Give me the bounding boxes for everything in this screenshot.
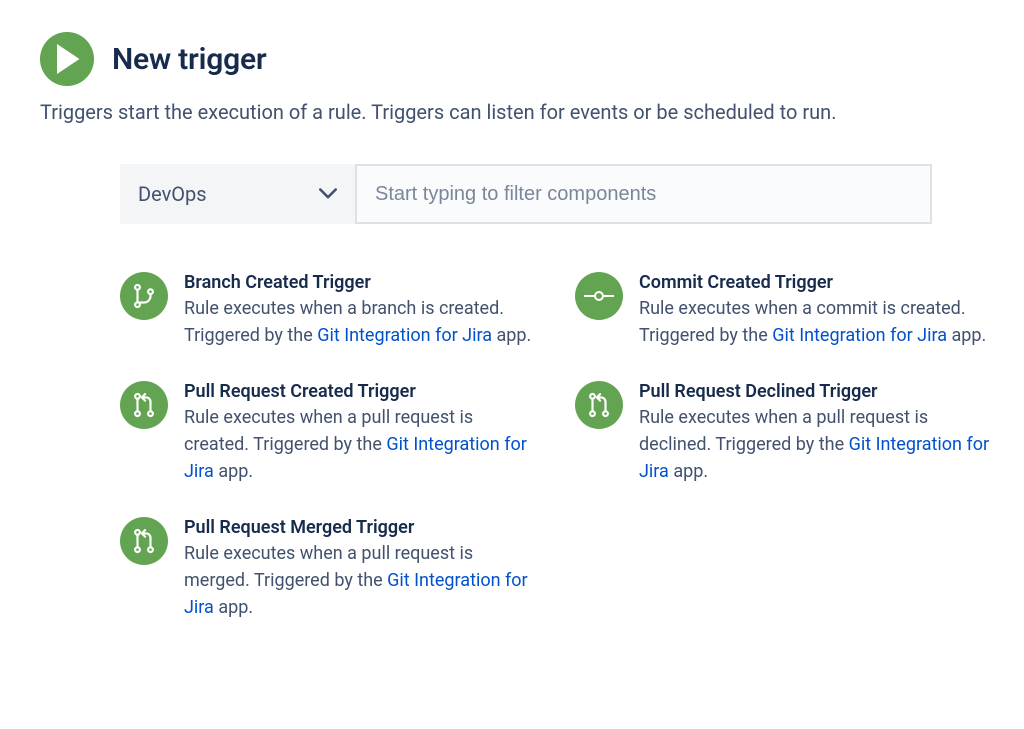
trigger-desc-text: app. [669, 461, 708, 482]
trigger-description: Rule executes when a pull request is dec… [639, 404, 990, 485]
trigger-title: Pull Request Declined Trigger [639, 381, 990, 402]
pull-icon [120, 381, 168, 429]
commit-icon [575, 272, 623, 320]
trigger-title: Commit Created Trigger [639, 272, 990, 293]
page-header: New trigger [40, 32, 984, 86]
trigger-content: Commit Created TriggerRule executes when… [639, 272, 990, 349]
page-description: Triggers start the execution of a rule. … [40, 100, 984, 124]
branch-icon [120, 272, 168, 320]
trigger-item[interactable]: Pull Request Created TriggerRule execute… [120, 381, 535, 485]
trigger-content: Pull Request Created TriggerRule execute… [184, 381, 535, 485]
trigger-description: Rule executes when a pull request is cre… [184, 404, 535, 485]
page-title: New trigger [112, 42, 267, 77]
trigger-content: Pull Request Merged TriggerRule executes… [184, 517, 535, 621]
trigger-grid: Branch Created TriggerRule executes when… [120, 272, 990, 621]
trigger-item[interactable]: Pull Request Declined TriggerRule execut… [575, 381, 990, 485]
trigger-description: Rule executes when a commit is created. … [639, 295, 990, 349]
trigger-content: Pull Request Declined TriggerRule execut… [639, 381, 990, 485]
trigger-title: Branch Created Trigger [184, 272, 535, 293]
trigger-desc-text: app. [947, 325, 986, 346]
filter-input[interactable] [355, 164, 932, 224]
trigger-desc-text: app. [492, 325, 531, 346]
trigger-description: Rule executes when a pull request is mer… [184, 540, 535, 621]
trigger-title: Pull Request Created Trigger [184, 381, 535, 402]
pull-icon [575, 381, 623, 429]
pull-icon [120, 517, 168, 565]
trigger-item[interactable]: Branch Created TriggerRule executes when… [120, 272, 535, 349]
trigger-content: Branch Created TriggerRule executes when… [184, 272, 535, 349]
trigger-item[interactable]: Pull Request Merged TriggerRule executes… [120, 517, 535, 621]
trigger-item[interactable]: Commit Created TriggerRule executes when… [575, 272, 990, 349]
trigger-title: Pull Request Merged Trigger [184, 517, 535, 538]
dropdown-label: DevOps [138, 182, 207, 206]
trigger-desc-text: app. [214, 461, 253, 482]
play-icon [40, 32, 94, 86]
trigger-desc-text: app. [214, 597, 253, 618]
category-dropdown[interactable]: DevOps [120, 164, 355, 224]
git-integration-link[interactable]: Git Integration for Jira [317, 325, 492, 346]
trigger-description: Rule executes when a branch is created. … [184, 295, 535, 349]
chevron-down-icon [319, 185, 337, 204]
filter-bar: DevOps [120, 164, 932, 224]
git-integration-link[interactable]: Git Integration for Jira [772, 325, 947, 346]
